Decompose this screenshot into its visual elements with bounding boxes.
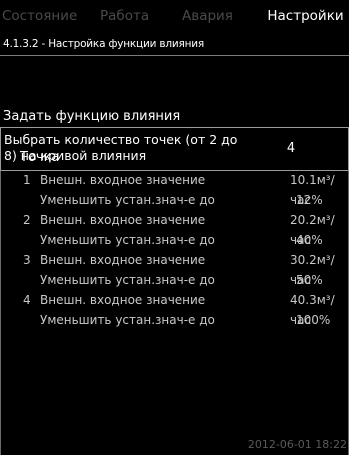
tab-operation[interactable]: Работа: [100, 0, 149, 32]
reduce-label: Уменьшить устан.знач-е до: [40, 193, 215, 207]
point-reduce-row[interactable]: Уменьшить устан.знач-е до 100%: [0, 310, 349, 330]
reduce-value: 12%: [296, 193, 323, 207]
input-label: Внешн. входное значение: [40, 293, 206, 307]
points-count-value: 4: [286, 141, 296, 156]
section-title: Задать функцию влияния: [3, 109, 181, 124]
reduce-value: 100%: [296, 313, 331, 327]
breadcrumb: 4.1.3.2 - Настройка функции влияния: [3, 38, 205, 50]
reduce-label: Уменьшить устан.знач-е до: [40, 313, 215, 327]
point-number: 3: [23, 253, 31, 267]
point-reduce-row[interactable]: Уменьшить устан.знач-е до 12%: [0, 190, 349, 210]
point-reduce-row[interactable]: Уменьшить устан.знач-е до 40%: [0, 230, 349, 250]
tab-status[interactable]: Состояние: [2, 0, 77, 32]
tab-bar: Состояние Работа Авария Настройки: [0, 0, 349, 32]
reduce-label: Уменьшить устан.знач-е до: [40, 233, 215, 247]
point-input-row[interactable]: 1 Внешн. входное значение 10.1м³/час: [0, 170, 349, 207]
point-input-row[interactable]: 3 Внешн. входное значение 30.2м³/час: [0, 250, 349, 287]
tab-settings[interactable]: Настройки: [262, 0, 349, 32]
input-label: Внешн. входное значение: [40, 253, 206, 267]
input-label: Внешн. входное значение: [40, 173, 206, 187]
point-input-row[interactable]: 2 Внешн. входное значение 20.2м³/час: [0, 210, 349, 247]
point-input-row[interactable]: 4 Внешн. входное значение 40.3м³/час: [0, 290, 349, 327]
point-reduce-row[interactable]: Уменьшить устан.знач-е до 50%: [0, 270, 349, 290]
input-label: Внешн. входное значение: [40, 213, 206, 227]
reduce-value: 40%: [296, 233, 323, 247]
tab-alarm[interactable]: Авария: [182, 0, 233, 32]
point-number: 2: [23, 213, 31, 227]
reduce-value: 50%: [296, 273, 323, 287]
point-number: 4: [23, 293, 31, 307]
point-number: 1: [23, 173, 31, 187]
divider: [0, 55, 349, 56]
reduce-label: Уменьшить устан.знач-е до: [40, 273, 215, 287]
status-timestamp: 2012-06-01 18:22: [247, 438, 347, 451]
list-header: Точка: [20, 150, 60, 165]
